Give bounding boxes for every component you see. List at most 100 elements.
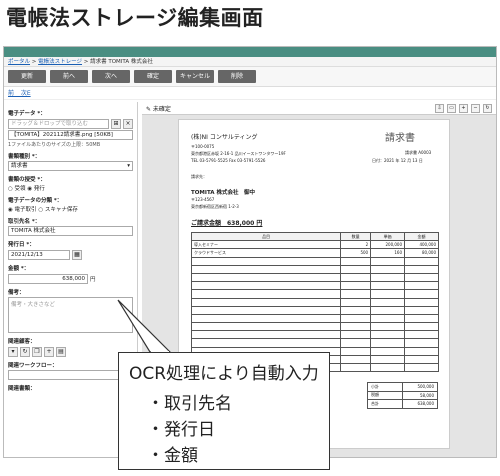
remarks-label: 備考： xyxy=(8,290,25,296)
cancel-button[interactable]: キャンセル xyxy=(176,70,214,83)
callout-item-date: ・発行日 xyxy=(147,420,215,440)
table-cell xyxy=(340,322,372,332)
col-price: 単価 xyxy=(370,231,406,242)
table-cell xyxy=(404,297,439,307)
table-cell: 200,000 xyxy=(370,240,406,250)
document-icon[interactable]: ▤ xyxy=(56,347,66,357)
breadcrumb-storage[interactable]: 電帳法ストレージ xyxy=(38,59,82,65)
doc-type-select[interactable]: 請求書 ▾ xyxy=(8,161,133,171)
table-cell xyxy=(340,272,372,283)
status-badge: ✎ 未確定 xyxy=(146,105,171,113)
next-button[interactable]: 次へ xyxy=(92,70,130,83)
table-cell xyxy=(370,330,406,340)
date-input[interactable]: 2021/12/13 xyxy=(8,250,70,260)
file-drop-zone[interactable]: ドラッグ＆ドロップで取り込む xyxy=(8,119,109,129)
table-cell xyxy=(340,289,372,299)
prev-next-links[interactable]: 前 _ 次E xyxy=(4,87,496,100)
table-cell xyxy=(370,362,406,373)
table-cell xyxy=(340,281,372,291)
table-cell: 400,000 xyxy=(404,240,439,250)
calendar-icon[interactable]: ▦ xyxy=(72,249,82,260)
table-cell xyxy=(340,330,372,340)
col-amount: 金額 xyxy=(404,231,439,242)
table-cell xyxy=(190,281,342,291)
radio-received[interactable]: ○ 受領 xyxy=(8,186,26,192)
table-cell xyxy=(340,338,372,348)
table-row xyxy=(190,264,439,274)
related-workflow-label: 関連ワークフロー： xyxy=(8,363,58,369)
table-row xyxy=(190,322,439,332)
table-cell: 2 xyxy=(340,240,372,250)
radio-scanner[interactable]: ○ スキャナ保存 xyxy=(38,207,78,213)
fit-icon[interactable]: ▭ xyxy=(447,103,456,113)
chevron-down-icon[interactable]: ▾ xyxy=(8,347,18,357)
summary-value: 58,000 xyxy=(402,390,438,400)
table-cell xyxy=(340,354,372,365)
table-cell xyxy=(340,313,372,324)
summary-label: 合計 xyxy=(367,399,403,409)
table-cell xyxy=(404,338,439,348)
ocr-callout: OCR処理により自動入力 ・取引先名 ・発行日 ・金額 xyxy=(118,352,330,470)
refresh-icon[interactable]: ↻ xyxy=(20,347,30,357)
date-label: 発行日 *： xyxy=(8,242,35,248)
copy-icon[interactable]: ❐ xyxy=(32,347,42,357)
related-doc-label: 関連書類： xyxy=(8,386,36,392)
table-cell xyxy=(190,297,342,307)
billto-label: 請求先： xyxy=(191,174,207,179)
confirm-button[interactable]: 確定 xyxy=(134,70,172,83)
col-qty: 数量 xyxy=(340,231,372,242)
table-cell xyxy=(404,281,439,291)
billing-total: ご請求金額 638,000 円 xyxy=(191,220,263,227)
file-size-note: 1ファイルあたりのサイズの上限：50MB xyxy=(8,142,101,148)
doc-type-label: 書類種別 *： xyxy=(8,154,41,160)
file-select[interactable]: 【TOMITA】202112請求書.png [50KB] xyxy=(8,130,133,140)
table-row xyxy=(190,330,439,340)
zoom-in-icon[interactable]: + xyxy=(459,103,468,113)
breadcrumb-sep: > xyxy=(30,59,39,65)
col-item: 品目 xyxy=(190,231,342,242)
billto-name: TOMITA 株式会社 御中 xyxy=(191,190,255,196)
table-cell xyxy=(370,297,406,307)
update-button[interactable]: 更新 xyxy=(8,70,46,83)
table-cell xyxy=(370,256,406,266)
clear-icon[interactable]: × xyxy=(123,118,133,129)
invoice-date: 日付：2021 年 12 月 13 日 xyxy=(372,158,423,163)
add-icon[interactable]: + xyxy=(44,347,54,357)
prev-button[interactable]: 前へ xyxy=(50,70,88,83)
partner-label: 取引先名 *： xyxy=(8,219,41,225)
breadcrumb-portal[interactable]: ポータル xyxy=(8,59,30,65)
related-workflow-field[interactable] xyxy=(8,370,133,380)
invoice-summary-table: 小計 500,000 税額 58,000 合計 638,000 xyxy=(367,382,438,409)
table-cell: クラウドサービス xyxy=(190,248,342,258)
download-icon[interactable]: ⇩ xyxy=(435,103,444,113)
invoice-company: (株)NI コンサルティング xyxy=(191,134,258,141)
summary-row: 合計 638,000 xyxy=(367,399,438,409)
radio-electronic[interactable]: ◉ 電子取引 xyxy=(8,207,37,213)
delete-button[interactable]: 削除 xyxy=(218,70,256,83)
table-row xyxy=(190,289,439,299)
table-row xyxy=(190,313,439,324)
table-cell xyxy=(404,322,439,332)
table-cell xyxy=(340,305,372,315)
zoom-out-icon[interactable]: − xyxy=(471,103,480,113)
slide-title: 電帳法ストレージ編集画面 xyxy=(6,6,264,30)
table-cell xyxy=(404,289,439,299)
table-cell xyxy=(190,272,342,283)
table-cell xyxy=(404,313,439,324)
table-row xyxy=(190,338,439,348)
summary-label: 税額 xyxy=(367,390,403,400)
summary-value: 500,000 xyxy=(402,382,438,392)
table-cell xyxy=(404,305,439,315)
remarks-textarea[interactable]: 備考・大きさなど xyxy=(8,297,133,333)
receipt-label: 書類の授受 *： xyxy=(8,177,46,183)
partner-input[interactable]: TOMITA 株式会社 xyxy=(8,226,133,236)
table-cell xyxy=(340,264,372,274)
table-cell xyxy=(404,256,439,266)
table-cell xyxy=(190,330,342,340)
table-cell xyxy=(190,264,342,274)
radio-issued[interactable]: ◉ 発行 xyxy=(27,186,45,192)
amount-input[interactable]: 638,000 xyxy=(8,274,88,284)
rotate-icon[interactable]: ↻ xyxy=(483,103,492,113)
attach-icon[interactable]: ⊞ xyxy=(111,118,121,129)
table-cell xyxy=(190,289,342,299)
